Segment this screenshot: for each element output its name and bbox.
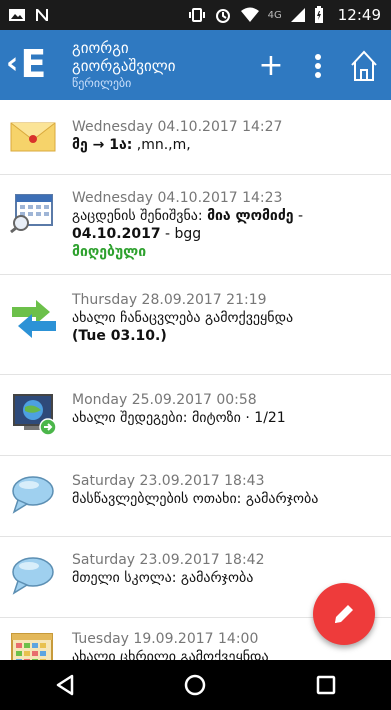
nav-home-button[interactable] [165,665,225,705]
battery-icon [314,5,324,25]
message-extra: (Tue 03.10.) [72,328,167,344]
compose-button[interactable] [313,583,375,645]
signal-icon [290,5,306,25]
app-bar-titles: გიორგი გიორგაშვილი წერილები [72,39,242,91]
message-text: მე → 1ა: ,mn.,m, [72,137,191,153]
message-date: Monday 25.09.2017 00:58 [72,392,257,408]
app-logo: E [20,42,47,86]
message-date: Wednesday 04.10.2017 14:27 [72,119,283,135]
system-nav-bar [0,660,391,710]
back-chevron-icon: ‹ [6,46,19,81]
more-options-button[interactable] [300,46,336,86]
back-triangle-icon [56,674,74,696]
message-text: გაცდენის შენიშვნა: მია ლომიძე -04.10.201… [72,208,304,242]
nav-back-button[interactable] [35,665,95,705]
home-button[interactable] [346,46,382,86]
envelope-icon [10,120,60,164]
message-date: Wednesday 04.10.2017 14:23 [72,190,283,206]
home-icon [351,50,377,81]
network-label: 4G [267,9,282,21]
app-bar: ‹ E გიორგი გიორგაშვილი წერილები + [0,30,391,100]
n-icon [34,5,50,25]
clock: 12:49 [337,6,381,24]
add-button[interactable]: + [253,46,289,86]
plus-icon: + [258,48,284,83]
status-bar: 4G 12:49 [0,0,391,30]
vibrate-icon [188,5,206,25]
message-text: ახალი ჩანაცვლება გამოქვეყნდა [72,310,294,326]
speech-bubble-icon [10,555,60,599]
more-vert-icon [315,54,321,78]
message-date: Saturday 23.09.2017 18:43 [72,473,265,489]
list-item[interactable]: Wednesday 04.10.2017 14:23 გაცდენის შენი… [0,175,391,275]
alarm-icon [214,5,232,25]
message-date: Saturday 23.09.2017 18:42 [72,552,265,568]
message-date: Thursday 28.09.2017 21:19 [72,292,267,308]
speech-bubble-icon [10,474,60,518]
back-button[interactable]: ‹ E [6,42,46,86]
user-last-name: გიორგაშვილი [72,57,176,75]
pencil-icon [335,605,353,623]
image-icon [8,5,26,25]
list-item[interactable]: Saturday 23.09.2017 18:43 მასწავლებლების… [0,456,391,537]
calendar-icon [10,191,60,235]
list-item[interactable]: Monday 25.09.2017 00:58 ახალი შედეგები: … [0,375,391,456]
page-subtitle: წერილები [72,76,132,90]
user-first-name: გიორგი [72,39,129,57]
message-text: ახალი შედეგები: მიტოზი · 1/21 [72,410,286,426]
grades-monitor-icon [10,393,60,437]
list-item[interactable]: Wednesday 04.10.2017 14:27 მე → 1ა: ,mn.… [0,100,391,175]
recents-square-icon [316,675,336,695]
status-badge: მიღებული [72,244,147,260]
home-circle-icon [185,674,206,696]
exchange-arrows-icon [10,297,60,341]
nav-recents-button[interactable] [296,665,356,705]
message-text: მასწავლებლების ოთახი: გამარჯობა [72,491,319,507]
list-item[interactable]: Thursday 28.09.2017 21:19 ახალი ჩანაცვლე… [0,275,391,375]
wifi-icon [240,5,260,25]
